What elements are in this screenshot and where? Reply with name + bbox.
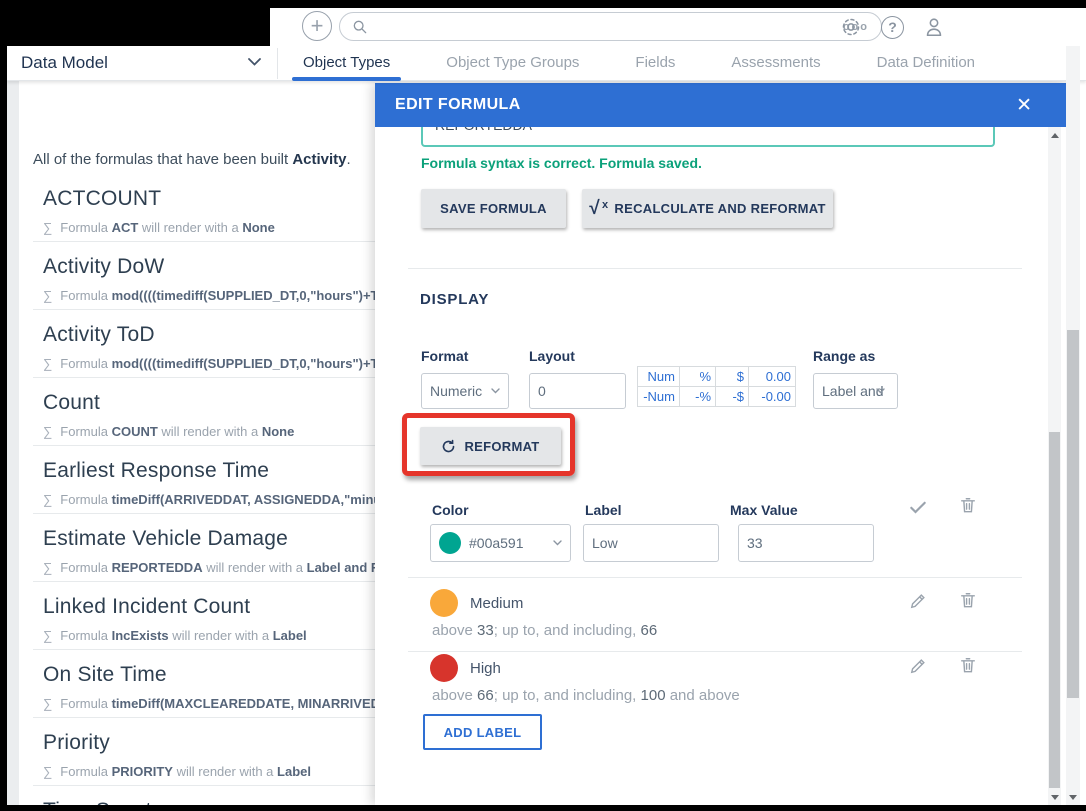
format-label: Format <box>421 348 468 364</box>
sqrt-x-icon-sup: x <box>602 199 608 211</box>
modal-header: EDIT FORMULA ✕ <box>375 83 1066 127</box>
add-label-button[interactable]: ADD LABEL <box>423 714 542 750</box>
max-value-column-header: Max Value <box>730 502 798 518</box>
tab-assessments[interactable]: Assessments <box>718 46 833 81</box>
search-box[interactable]: ooo <box>339 12 882 41</box>
range-as-select[interactable]: Label and <box>813 373 898 409</box>
search-icon <box>352 19 368 35</box>
window-scrollbar[interactable] <box>1066 8 1080 805</box>
recalculate-and-reformat-button[interactable]: √x RECALCULATE AND REFORMAT <box>582 189 833 228</box>
add-icon[interactable]: + <box>302 11 332 41</box>
scrollbar-thumb[interactable] <box>1067 330 1079 698</box>
format-cell: % <box>680 367 716 387</box>
sigma-icon: ∑ <box>43 492 52 507</box>
color-swatch <box>439 532 461 554</box>
medium-label: Medium <box>470 595 523 612</box>
window-border-left <box>0 0 7 805</box>
nav-row: Data Model Object Types Object Type Grou… <box>7 46 1086 81</box>
medium-color-dot <box>430 589 458 617</box>
scrollbar-thumb[interactable] <box>1049 432 1060 788</box>
divider <box>408 651 1022 652</box>
format-cell: 0.00 <box>749 367 796 387</box>
format-cell: -$ <box>716 387 749 407</box>
search-input[interactable] <box>376 19 843 34</box>
divider <box>408 268 1022 269</box>
tab-object-types[interactable]: Object Types <box>290 46 403 81</box>
refresh-icon <box>441 439 456 454</box>
format-cell: -0.00 <box>749 387 796 407</box>
label-column-header: Label <box>585 502 622 518</box>
sigma-icon: ∑ <box>43 560 52 575</box>
sqrt-x-icon: √ <box>589 198 600 220</box>
medium-range-text: above 33; up to, and including, 66 <box>432 622 657 639</box>
close-icon[interactable]: ✕ <box>1016 94 1032 117</box>
window-border-bottom <box>0 805 1086 811</box>
format-cell: $ <box>716 367 749 387</box>
window-border-top <box>0 0 1086 8</box>
format-cell: Num <box>638 367 680 387</box>
chevron-down-icon <box>876 388 885 394</box>
sigma-icon: ∑ <box>43 220 52 235</box>
edit-pencil-icon[interactable] <box>908 591 928 611</box>
chevron-down-icon <box>248 58 261 66</box>
tab-object-type-groups[interactable]: Object Type Groups <box>433 46 592 81</box>
user-profile-icon[interactable] <box>922 15 946 39</box>
data-model-label: Data Model <box>21 53 108 73</box>
tab-bar: Object Types Object Type Groups Fields A… <box>290 46 988 81</box>
page-gutter <box>7 81 19 805</box>
scroll-down-icon[interactable] <box>1066 791 1080 803</box>
reformat-button[interactable]: REFORMAT <box>420 427 561 465</box>
sigma-icon: ∑ <box>43 424 52 439</box>
chevron-down-icon <box>491 388 500 394</box>
label-input[interactable] <box>583 524 719 562</box>
edit-formula-modal: REPORTEDDA EDIT FORMULA ✕ Formula syntax… <box>375 83 1066 805</box>
max-value-input[interactable] <box>738 524 874 562</box>
layout-input[interactable] <box>529 373 626 409</box>
delete-trash-icon[interactable] <box>958 590 978 610</box>
red-highlight-annotation: REFORMAT <box>402 413 575 476</box>
format-cell: -% <box>680 387 716 407</box>
layout-label: Layout <box>529 348 575 364</box>
confirm-check-icon[interactable] <box>908 497 928 517</box>
sigma-icon: ∑ <box>43 696 52 711</box>
delete-trash-icon[interactable] <box>958 495 978 515</box>
color-column-header: Color <box>432 502 469 518</box>
delete-trash-icon[interactable] <box>958 655 978 675</box>
tab-fields[interactable]: Fields <box>622 46 688 81</box>
sigma-icon: ∑ <box>43 356 52 371</box>
settings-gear-icon[interactable] <box>839 15 863 39</box>
color-select[interactable]: #00a591 <box>430 524 571 562</box>
divider <box>408 577 1022 578</box>
modal-scrollbar[interactable] <box>1048 127 1061 805</box>
modal-title: EDIT FORMULA <box>395 96 521 114</box>
tab-data-definition[interactable]: Data Definition <box>864 46 988 81</box>
display-section-heading: DISPLAY <box>420 291 489 308</box>
range-as-label: Range as <box>813 348 875 364</box>
high-color-dot <box>430 654 458 682</box>
save-formula-button[interactable]: SAVE FORMULA <box>421 189 566 228</box>
high-label: High <box>470 660 501 677</box>
data-model-selector[interactable]: Data Model <box>21 46 269 80</box>
divider <box>277 48 278 79</box>
help-icon[interactable]: ? <box>881 16 904 39</box>
scroll-down-icon[interactable] <box>1048 791 1061 803</box>
chevron-down-icon <box>553 540 562 546</box>
high-range-text: above 66; up to, and including, 100 and … <box>432 687 740 704</box>
sigma-icon: ∑ <box>43 288 52 303</box>
edit-pencil-icon[interactable] <box>908 656 928 676</box>
format-cell: -Num <box>638 387 680 407</box>
number-format-preview-table: Num % $ 0.00 -Num -% -$ -0.00 <box>637 366 796 407</box>
formula-status-message: Formula syntax is correct. Formula saved… <box>421 155 702 171</box>
sigma-icon: ∑ <box>43 764 52 779</box>
scroll-up-icon[interactable] <box>1048 129 1061 141</box>
format-select[interactable]: Numeric <box>421 373 509 409</box>
sigma-icon: ∑ <box>43 628 52 643</box>
